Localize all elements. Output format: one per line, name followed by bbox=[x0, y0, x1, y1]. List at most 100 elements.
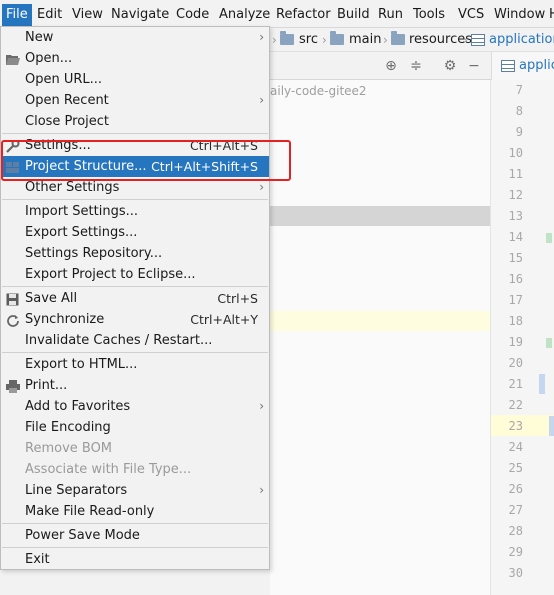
line-number: 25 bbox=[508, 461, 523, 475]
menu-window[interactable]: Window bbox=[494, 5, 545, 25]
chevron-right-icon: › bbox=[383, 33, 388, 47]
chevron-right-icon: › bbox=[322, 33, 327, 47]
menu-file[interactable]: File bbox=[2, 4, 32, 26]
line-number: 15 bbox=[508, 251, 523, 265]
menu-vcs[interactable]: VCS bbox=[458, 5, 484, 25]
menu-item-exit[interactable]: Exit bbox=[1, 549, 269, 570]
menu-divider bbox=[2, 547, 268, 548]
menu-divider bbox=[2, 352, 268, 353]
menu-code[interactable]: Code bbox=[176, 5, 209, 25]
line-number: 12 bbox=[508, 188, 523, 202]
file-menu-dropdown: New › Open... Open URL... Open Recent › … bbox=[0, 26, 270, 570]
line-number: 9 bbox=[515, 125, 523, 139]
annotation-highlight-box bbox=[1, 140, 291, 181]
main-menu-bar: File Edit View Navigate Code Analyze Ref… bbox=[0, 0, 554, 28]
menu-item-line-separators[interactable]: Line Separators › bbox=[1, 480, 269, 501]
line-number: 18 bbox=[508, 314, 523, 328]
properties-file-icon bbox=[471, 34, 485, 46]
menu-item-open[interactable]: Open... bbox=[1, 48, 269, 69]
line-number: 24 bbox=[508, 440, 523, 454]
line-number: 30 bbox=[508, 566, 523, 580]
line-number: 17 bbox=[508, 293, 523, 307]
menu-navigate[interactable]: Navigate bbox=[111, 5, 169, 25]
folder-icon bbox=[391, 31, 405, 45]
project-tree-pane: aily-code-gitee2 bbox=[270, 80, 490, 595]
chevron-right-icon: › bbox=[463, 33, 468, 47]
menu-item-export-html[interactable]: Export to HTML... bbox=[1, 354, 269, 375]
menu-item-import-settings[interactable]: Import Settings... bbox=[1, 201, 269, 222]
menu-run[interactable]: Run bbox=[378, 5, 403, 25]
hide-icon[interactable]: − bbox=[466, 58, 482, 74]
menu-tools[interactable]: Tools bbox=[413, 5, 445, 25]
line-number: 21 bbox=[508, 377, 523, 391]
line-number: 20 bbox=[508, 356, 523, 370]
line-number: 27 bbox=[508, 503, 523, 517]
chevron-right-icon: › bbox=[259, 399, 264, 413]
breadcrumb: › src › main › resources › application bbox=[270, 28, 554, 52]
editor-tab[interactable]: applica bbox=[491, 52, 554, 80]
line-number: 8 bbox=[515, 104, 523, 118]
folder-icon bbox=[280, 31, 294, 45]
menu-item-settings-repository[interactable]: Settings Repository... bbox=[1, 243, 269, 264]
highlighted-tree-row bbox=[270, 311, 490, 331]
printer-icon bbox=[6, 379, 20, 393]
menu-item-remove-bom: Remove BOM bbox=[25, 441, 113, 456]
menu-divider bbox=[2, 523, 268, 524]
menu-build[interactable]: Build bbox=[337, 5, 370, 25]
collapse-all-icon[interactable]: ≑ bbox=[408, 58, 424, 74]
line-number: 23 bbox=[508, 419, 523, 433]
menu-item-associate-file-type: Associate with File Type... bbox=[25, 462, 192, 477]
locate-icon[interactable]: ⊕ bbox=[383, 58, 399, 74]
fold-marker[interactable] bbox=[546, 338, 552, 348]
line-number: 11 bbox=[508, 167, 523, 181]
menu-item-export-settings[interactable]: Export Settings... bbox=[1, 222, 269, 243]
menu-item-print[interactable]: Print... bbox=[1, 375, 269, 396]
menu-item-close-project[interactable]: Close Project bbox=[1, 111, 269, 132]
menu-item-add-favorites[interactable]: Add to Favorites › bbox=[1, 396, 269, 417]
line-number: 28 bbox=[508, 524, 523, 538]
change-marker bbox=[549, 416, 554, 436]
menu-view[interactable]: View bbox=[72, 5, 103, 25]
menu-divider bbox=[2, 286, 268, 287]
line-number: 14 bbox=[508, 230, 523, 244]
breadcrumb-main[interactable]: main bbox=[349, 32, 381, 48]
gear-icon[interactable]: ⚙ bbox=[442, 58, 458, 74]
menu-item-invalidate-caches[interactable]: Invalidate Caches / Restart... bbox=[1, 330, 269, 351]
menu-item-power-save[interactable]: Power Save Mode bbox=[1, 525, 269, 546]
project-toolbar: ⊕ ≑ ⚙ − applica bbox=[270, 52, 554, 80]
menu-item-new[interactable]: New › bbox=[1, 27, 269, 48]
properties-file-icon bbox=[501, 60, 515, 72]
line-number: 29 bbox=[508, 545, 523, 559]
line-number: 10 bbox=[508, 146, 523, 160]
breadcrumb-application[interactable]: application bbox=[489, 32, 554, 48]
change-marker bbox=[539, 374, 545, 394]
line-number: 26 bbox=[508, 482, 523, 496]
line-number: 19 bbox=[508, 335, 523, 349]
line-number: 7 bbox=[515, 83, 523, 97]
chevron-right-icon: › bbox=[259, 93, 264, 107]
menu-analyze[interactable]: Analyze bbox=[219, 5, 270, 25]
menu-item-open-url[interactable]: Open URL... bbox=[1, 69, 269, 90]
menu-refactor[interactable]: Refactor bbox=[276, 5, 331, 25]
selected-tree-row[interactable] bbox=[270, 206, 490, 226]
chevron-right-icon: › bbox=[259, 30, 264, 44]
menu-item-make-read-only[interactable]: Make File Read-only bbox=[1, 501, 269, 522]
menu-item-export-eclipse[interactable]: Export Project to Eclipse... bbox=[1, 264, 269, 285]
chevron-right-icon: › bbox=[272, 33, 277, 47]
refresh-icon bbox=[6, 313, 20, 327]
menu-item-open-recent[interactable]: Open Recent › bbox=[1, 90, 269, 111]
fold-marker[interactable] bbox=[546, 233, 552, 243]
chevron-right-icon: › bbox=[259, 483, 264, 497]
save-icon bbox=[6, 292, 20, 306]
folder-open-icon bbox=[6, 52, 20, 65]
line-number: 13 bbox=[508, 209, 523, 223]
menu-help[interactable]: H bbox=[549, 5, 554, 25]
line-number: 22 bbox=[508, 398, 523, 412]
menu-divider bbox=[2, 133, 268, 134]
folder-icon bbox=[330, 31, 344, 45]
breadcrumb-src[interactable]: src bbox=[299, 32, 318, 48]
menu-item-save-all[interactable]: Save All Ctrl+S bbox=[1, 288, 269, 309]
menu-item-file-encoding[interactable]: File Encoding bbox=[1, 417, 269, 438]
menu-edit[interactable]: Edit bbox=[37, 5, 62, 25]
menu-item-synchronize[interactable]: Synchronize Ctrl+Alt+Y bbox=[1, 309, 269, 330]
